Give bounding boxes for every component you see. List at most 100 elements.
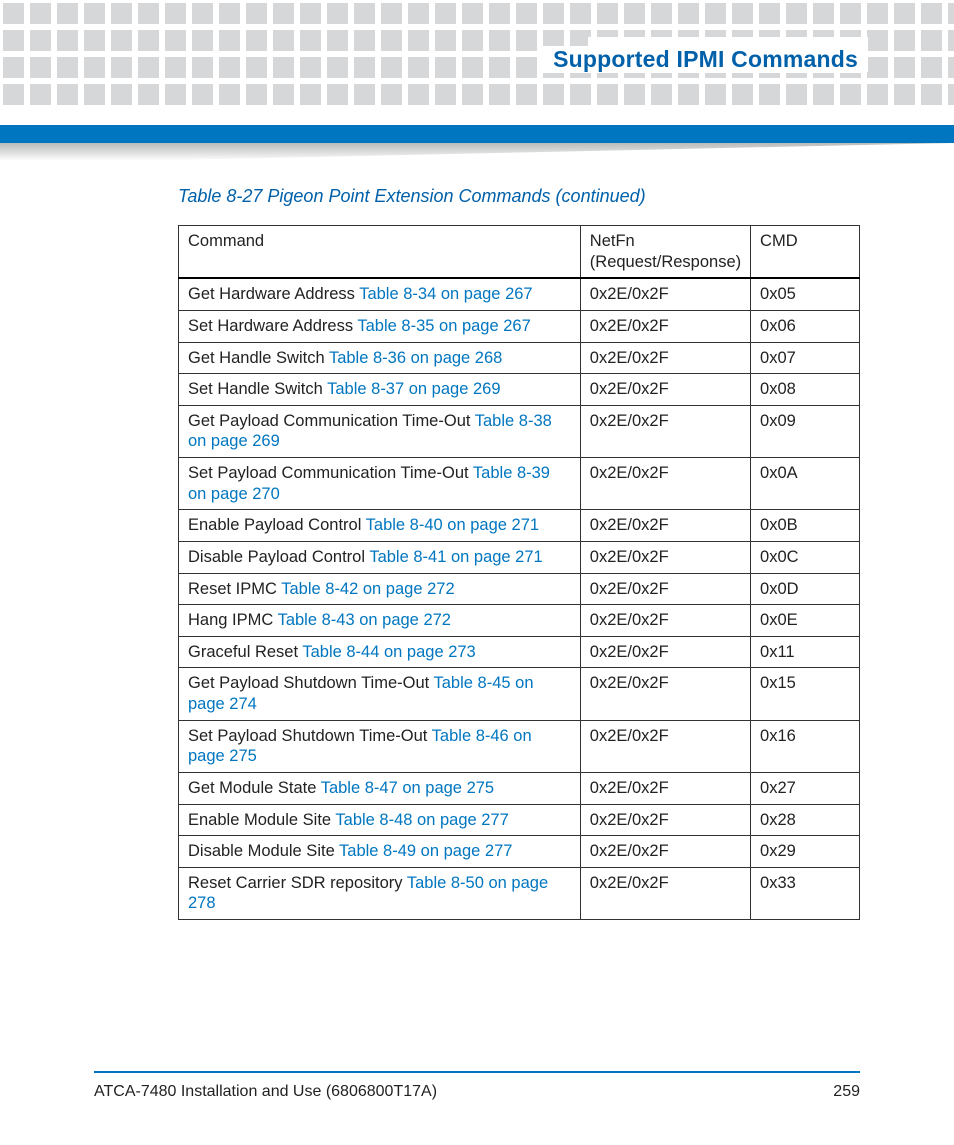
- cell-netfn: 0x2E/0x2F: [580, 342, 750, 374]
- table-reference-link[interactable]: Table 8-42 on page 272: [281, 580, 454, 598]
- cell-netfn: 0x2E/0x2F: [580, 836, 750, 868]
- cell-cmd: 0x15: [751, 668, 860, 720]
- cell-command: Set Payload Shutdown Time-Out Table 8-46…: [179, 720, 581, 772]
- page-footer: ATCA-7480 Installation and Use (6806800T…: [94, 1071, 860, 1101]
- command-text: Disable Module Site: [188, 842, 339, 860]
- command-text: Set Hardware Address: [188, 317, 357, 335]
- cell-command: Get Hardware Address Table 8-34 on page …: [179, 278, 581, 310]
- cell-netfn: 0x2E/0x2F: [580, 405, 750, 457]
- table-caption: Table 8-27 Pigeon Point Extension Comman…: [178, 186, 860, 207]
- command-text: Enable Payload Control: [188, 516, 366, 534]
- cell-cmd: 0x05: [751, 278, 860, 310]
- table-reference-link[interactable]: Table 8-34 on page 267: [359, 285, 532, 303]
- command-text: Hang IPMC: [188, 611, 278, 629]
- table-row: Get Hardware Address Table 8-34 on page …: [179, 278, 860, 310]
- cell-netfn: 0x2E/0x2F: [580, 804, 750, 836]
- cell-cmd: 0x0B: [751, 510, 860, 542]
- command-text: Set Payload Communication Time-Out: [188, 464, 473, 482]
- table-reference-link[interactable]: Table 8-35 on page 267: [357, 317, 530, 335]
- cell-cmd: 0x33: [751, 867, 860, 919]
- footer-doc-title: ATCA-7480 Installation and Use (6806800T…: [94, 1083, 437, 1101]
- table-row: Get Payload Communication Time-Out Table…: [179, 405, 860, 457]
- table-row: Get Module State Table 8-47 on page 275 0…: [179, 772, 860, 804]
- cell-command: Reset IPMC Table 8-42 on page 272: [179, 573, 581, 605]
- table-row: Hang IPMC Table 8-43 on page 2720x2E/0x2…: [179, 605, 860, 637]
- cell-netfn: 0x2E/0x2F: [580, 374, 750, 406]
- cell-cmd: 0x09: [751, 405, 860, 457]
- cell-cmd: 0x28: [751, 804, 860, 836]
- table-reference-link[interactable]: Table 8-43 on page 272: [278, 611, 451, 629]
- cell-netfn: 0x2E/0x2F: [580, 458, 750, 510]
- cell-netfn: 0x2E/0x2F: [580, 605, 750, 637]
- table-row: Disable Module Site Table 8-49 on page 2…: [179, 836, 860, 868]
- cell-netfn: 0x2E/0x2F: [580, 541, 750, 573]
- cell-netfn: 0x2E/0x2F: [580, 668, 750, 720]
- command-text: Get Payload Communication Time-Out: [188, 412, 475, 430]
- cell-netfn: 0x2E/0x2F: [580, 867, 750, 919]
- cell-cmd: 0x27: [751, 772, 860, 804]
- command-text: Enable Module Site: [188, 811, 335, 829]
- cell-netfn: 0x2E/0x2F: [580, 636, 750, 668]
- cell-command: Disable Module Site Table 8-49 on page 2…: [179, 836, 581, 868]
- cell-cmd: 0x08: [751, 374, 860, 406]
- cell-command: Get Payload Shutdown Time-Out Table 8-45…: [179, 668, 581, 720]
- cell-netfn: 0x2E/0x2F: [580, 510, 750, 542]
- table-reference-link[interactable]: Table 8-48 on page 277: [335, 811, 508, 829]
- cell-command: Set Payload Communication Time-Out Table…: [179, 458, 581, 510]
- cell-netfn: 0x2E/0x2F: [580, 573, 750, 605]
- command-text: Set Handle Switch: [188, 380, 327, 398]
- table-row: Get Payload Shutdown Time-Out Table 8-45…: [179, 668, 860, 720]
- command-text: Set Payload Shutdown Time-Out: [188, 727, 432, 745]
- table-reference-link[interactable]: Table 8-37 on page 269: [327, 380, 500, 398]
- table-reference-link[interactable]: Table 8-40 on page 271: [366, 516, 539, 534]
- command-text: Get Hardware Address: [188, 285, 359, 303]
- cell-command: Set Handle Switch Table 8-37 on page 269: [179, 374, 581, 406]
- header-shadow: [0, 143, 954, 161]
- cell-command: Graceful Reset Table 8-44 on page 273: [179, 636, 581, 668]
- table-row: Get Handle Switch Table 8-36 on page 268…: [179, 342, 860, 374]
- cell-cmd: 0x11: [751, 636, 860, 668]
- cell-cmd: 0x16: [751, 720, 860, 772]
- table-row: Reset Carrier SDR repository Table 8-50 …: [179, 867, 860, 919]
- command-text: Disable Payload Control: [188, 548, 369, 566]
- table-row: Enable Payload Control Table 8-40 on pag…: [179, 510, 860, 542]
- cell-command: Set Hardware Address Table 8-35 on page …: [179, 310, 581, 342]
- table-row: Set Handle Switch Table 8-37 on page 269…: [179, 374, 860, 406]
- table-row: Set Payload Communication Time-Out Table…: [179, 458, 860, 510]
- col-header-cmd: CMD: [751, 226, 860, 279]
- cell-netfn: 0x2E/0x2F: [580, 720, 750, 772]
- cell-command: Get Handle Switch Table 8-36 on page 268: [179, 342, 581, 374]
- table-reference-link[interactable]: Table 8-36 on page 268: [329, 349, 502, 367]
- page-title: Supported IPMI Commands: [539, 46, 864, 73]
- table-reference-link[interactable]: Table 8-49 on page 277: [339, 842, 512, 860]
- cell-cmd: 0x29: [751, 836, 860, 868]
- table-row: Set Hardware Address Table 8-35 on page …: [179, 310, 860, 342]
- cell-cmd: 0x07: [751, 342, 860, 374]
- table-row: Enable Module Site Table 8-48 on page 27…: [179, 804, 860, 836]
- col-header-command: Command: [179, 226, 581, 279]
- cell-command: Hang IPMC Table 8-43 on page 272: [179, 605, 581, 637]
- command-text: Get Module State: [188, 779, 321, 797]
- cell-command: Disable Payload Control Table 8-41 on pa…: [179, 541, 581, 573]
- cell-cmd: 0x0E: [751, 605, 860, 637]
- command-text: Reset Carrier SDR repository: [188, 874, 407, 892]
- header-accent-bar: [0, 125, 954, 143]
- table-header-row: Command NetFn (Request/Response) CMD: [179, 226, 860, 279]
- cell-command: Reset Carrier SDR repository Table 8-50 …: [179, 867, 581, 919]
- command-text: Get Handle Switch: [188, 349, 329, 367]
- table-reference-link[interactable]: Table 8-47 on page 275: [321, 779, 494, 797]
- cell-cmd: 0x0A: [751, 458, 860, 510]
- cell-cmd: 0x06: [751, 310, 860, 342]
- cell-cmd: 0x0C: [751, 541, 860, 573]
- table-reference-link[interactable]: Table 8-41 on page 271: [369, 548, 542, 566]
- table-reference-link[interactable]: Table 8-44 on page 273: [302, 643, 475, 661]
- col-header-netfn: NetFn (Request/Response): [580, 226, 750, 279]
- footer-page-number: 259: [833, 1083, 860, 1101]
- cell-command: Enable Module Site Table 8-48 on page 27…: [179, 804, 581, 836]
- cell-command: Get Payload Communication Time-Out Table…: [179, 405, 581, 457]
- cell-netfn: 0x2E/0x2F: [580, 278, 750, 310]
- cell-netfn: 0x2E/0x2F: [580, 310, 750, 342]
- table-row: Graceful Reset Table 8-44 on page 2730x2…: [179, 636, 860, 668]
- table-row: Set Payload Shutdown Time-Out Table 8-46…: [179, 720, 860, 772]
- cell-netfn: 0x2E/0x2F: [580, 772, 750, 804]
